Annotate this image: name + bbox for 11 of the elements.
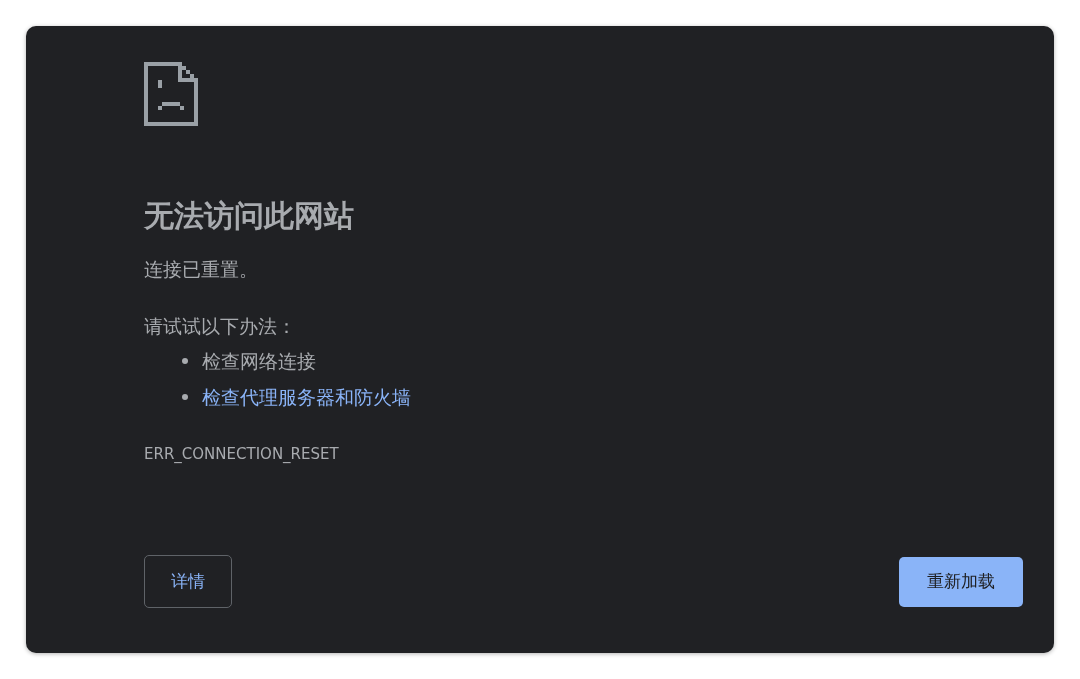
error-code: ERR_CONNECTION_RESET [144, 445, 339, 463]
suggestions-heading: 请试试以下办法： [144, 314, 296, 339]
reload-button[interactable]: 重新加载 [899, 556, 1023, 607]
error-message: 连接已重置。 [144, 257, 258, 282]
suggestion-link[interactable]: 检查代理服务器和防火墙 [202, 379, 411, 415]
bullet-icon [182, 394, 188, 400]
sad-document-icon [144, 62, 198, 126]
error-title: 无法访问此网站 [144, 197, 354, 235]
details-button[interactable]: 详情 [144, 555, 232, 608]
bullet-icon [182, 358, 188, 364]
suggestion-text: 检查网络连接 [202, 349, 316, 374]
